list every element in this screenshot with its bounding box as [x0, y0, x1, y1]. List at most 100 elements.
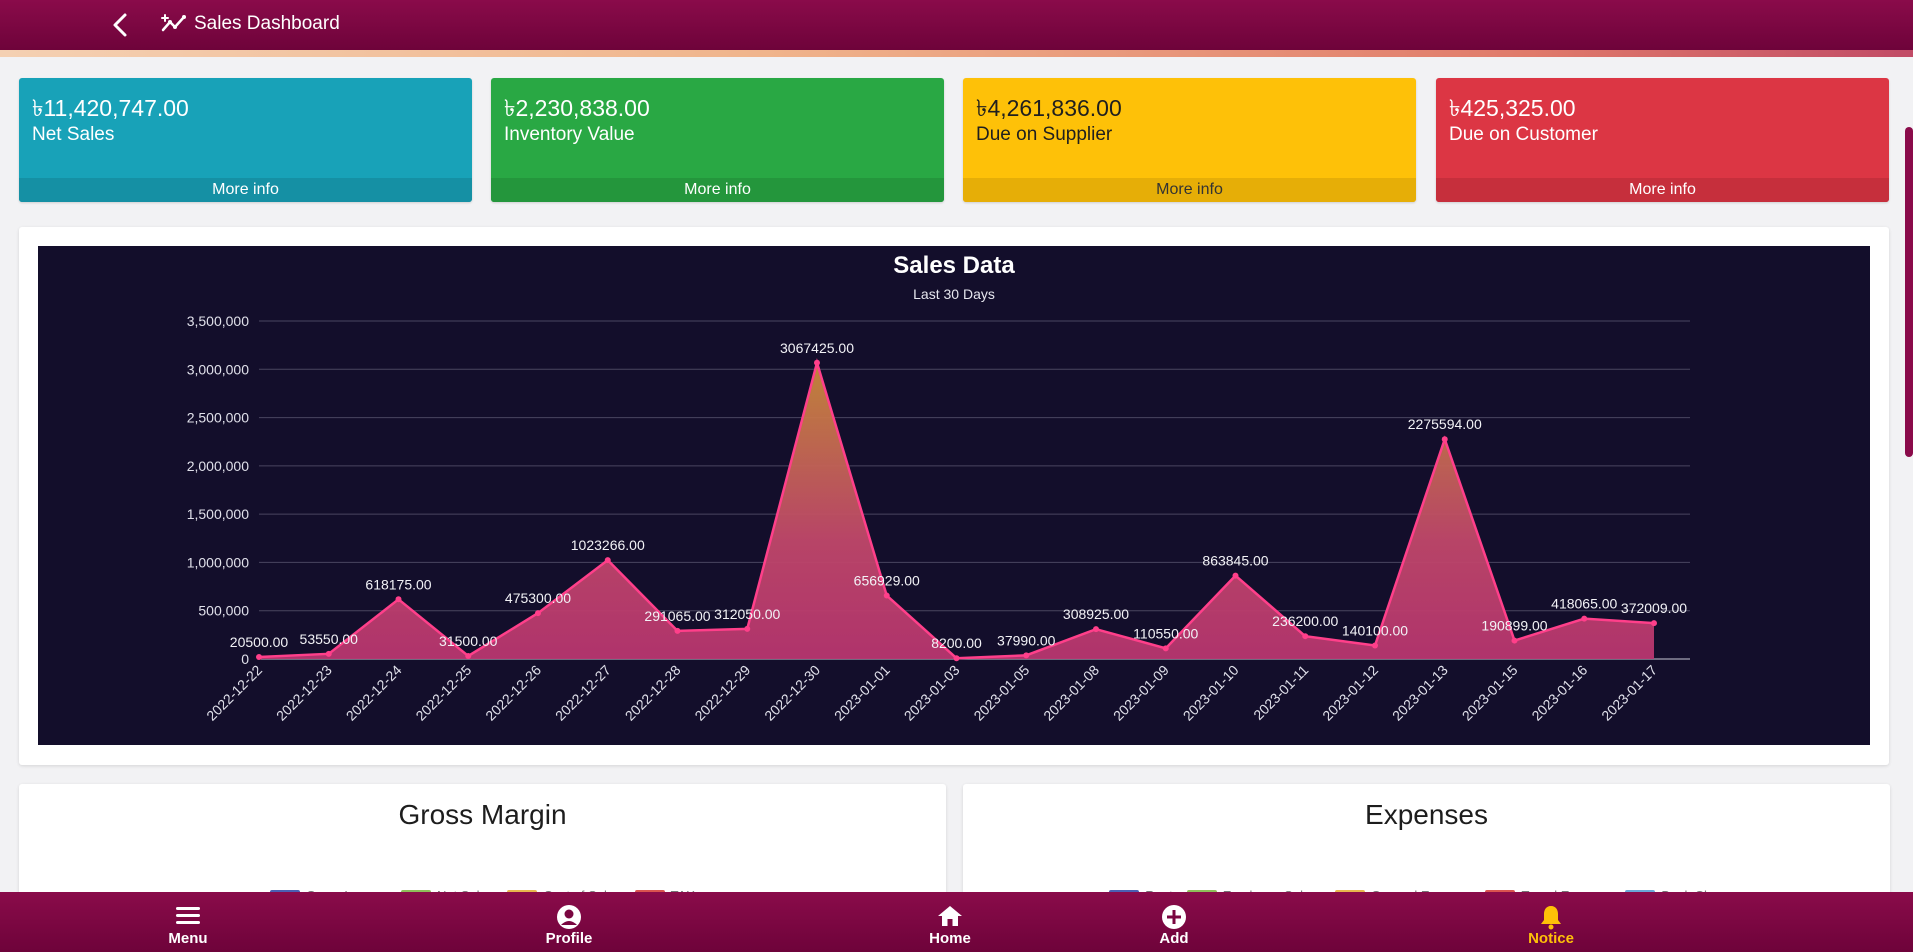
bottom-navigation: Menu Profile Home Add Notice	[0, 892, 1913, 952]
x-tick-label: 2023-01-15	[1459, 662, 1521, 724]
y-tick-label: 0	[241, 651, 249, 667]
data-label: 618175.00	[365, 576, 431, 592]
data-point	[1651, 620, 1657, 627]
nav-home[interactable]: Home	[890, 892, 1010, 952]
chart-title: Sales Data	[893, 252, 1015, 279]
data-point	[883, 592, 890, 599]
more-info-link[interactable]: More info	[491, 178, 944, 202]
card-due-on-customer: ৳425,325.00 Due on Customer More info	[1436, 78, 1889, 202]
data-label: 308925.00	[1063, 606, 1129, 622]
data-point	[1441, 436, 1448, 443]
data-label: 3067425.00	[780, 340, 854, 356]
x-tick-label: 2023-01-17	[1598, 662, 1660, 724]
dashboard-content: ৳11,420,747.00 Net Sales More info ৳2,23…	[0, 57, 1913, 892]
y-tick-label: 1,000,000	[187, 554, 249, 570]
data-label: 291065.00	[644, 608, 710, 624]
x-tick-label: 2022-12-29	[691, 662, 753, 724]
data-label: 312050.00	[714, 606, 780, 622]
data-point	[325, 650, 332, 657]
data-label: 53550.00	[300, 631, 359, 647]
card-label: Due on Supplier	[976, 124, 1113, 145]
x-tick-label: 2022-12-28	[622, 662, 684, 724]
summary-cards: ৳11,420,747.00 Net Sales More info ৳2,23…	[19, 78, 1889, 202]
bell-icon	[1541, 906, 1561, 930]
more-info-link[interactable]: More info	[19, 178, 472, 202]
card-net-sales: ৳11,420,747.00 Net Sales More info	[19, 78, 472, 202]
data-point	[953, 655, 960, 662]
x-tick-label: 2022-12-27	[552, 662, 614, 724]
data-label: 20500.00	[230, 634, 289, 650]
data-point	[1511, 637, 1518, 644]
card-label: Inventory Value	[504, 124, 635, 145]
x-tick-label: 2022-12-23	[273, 662, 335, 724]
y-tick-label: 2,500,000	[187, 410, 249, 426]
scrollbar-thumb[interactable]	[1905, 127, 1913, 457]
nav-profile[interactable]: Profile	[509, 892, 629, 952]
data-point	[1302, 633, 1309, 640]
chevron-left-icon	[113, 13, 127, 37]
x-tick-label: 2022-12-25	[412, 662, 474, 724]
data-point	[1581, 615, 1588, 622]
data-label: 190899.00	[1481, 618, 1547, 634]
data-point	[465, 652, 472, 659]
y-tick-label: 3,500,000	[187, 313, 249, 329]
chart-subtitle: Last 30 Days	[913, 286, 995, 302]
more-info-link[interactable]: More info	[963, 178, 1416, 202]
data-label: 863845.00	[1202, 553, 1268, 569]
data-label: 31500.00	[439, 633, 498, 649]
area-fill	[259, 362, 1654, 659]
nav-menu[interactable]: Menu	[128, 892, 248, 952]
x-tick-label: 2023-01-05	[970, 662, 1032, 724]
nav-label: Home	[929, 930, 971, 947]
sales-area-chart: 0 500,000 1,000,000 1,500,000 2,000,000 2,500…	[187, 313, 1690, 724]
sales-chart-panel: 0 500,000 1,000,000 1,500,000 2,000,000 2,500…	[19, 227, 1889, 765]
page-title: Sales Dashboard	[194, 13, 340, 34]
data-point	[1232, 572, 1239, 579]
x-tick-label: 2023-01-11	[1250, 662, 1311, 723]
y-tick-label: 3,000,000	[187, 361, 249, 377]
data-label: 372009.00	[1621, 600, 1687, 616]
gross-margin-panel: Gross Margin Gross IncomeNet SalesCost o…	[19, 784, 946, 892]
nav-label: Profile	[545, 930, 593, 947]
app-header: Sales Dashboard	[0, 0, 1913, 50]
nav-notice[interactable]: Notice	[1491, 892, 1611, 952]
data-label: 37990.00	[997, 632, 1056, 648]
data-point	[814, 359, 820, 366]
y-tick-label: 2,000,000	[187, 458, 249, 474]
card-label: Net Sales	[32, 124, 115, 145]
data-label: 418065.00	[1551, 596, 1617, 612]
data-label: 2275594.00	[1408, 416, 1482, 432]
more-info-link[interactable]: More info	[1436, 178, 1889, 202]
data-label: 110550.00	[1133, 625, 1198, 641]
chart-sparkle-icon	[161, 14, 186, 32]
x-tick-label: 2023-01-01	[831, 662, 893, 724]
card-due-on-supplier: ৳4,261,836.00 Due on Supplier More info	[963, 78, 1416, 202]
data-point	[395, 596, 402, 603]
data-label: 656929.00	[854, 573, 920, 589]
header-title-group: Sales Dashboard	[160, 12, 340, 36]
back-button[interactable]	[108, 12, 134, 38]
nav-label: Menu	[168, 930, 208, 947]
data-label: 475300.00	[505, 590, 571, 606]
x-tick-label: 2023-01-09	[1110, 662, 1172, 724]
sales-chart: 0 500,000 1,000,000 1,500,000 2,000,000 2,500…	[38, 246, 1870, 745]
nav-add[interactable]: Add	[1114, 892, 1234, 952]
data-point	[744, 625, 751, 632]
header-accent-strip	[0, 50, 1913, 57]
data-point	[1162, 645, 1169, 652]
panel-title: Expenses	[1365, 799, 1488, 830]
data-label: 140100.00	[1342, 622, 1408, 638]
plus-circle-icon	[1162, 905, 1186, 929]
card-label: Due on Customer	[1449, 124, 1598, 145]
x-tick-label: 2022-12-30	[761, 662, 823, 724]
expenses-panel: Expenses RentEmployee SalaryGeneral Expe…	[963, 784, 1890, 892]
x-tick-label: 2022-12-22	[203, 662, 265, 724]
user-circle-icon	[557, 905, 581, 929]
nav-label: Add	[1159, 930, 1189, 947]
data-label: 236200.00	[1272, 613, 1338, 629]
data-point	[1093, 626, 1099, 633]
panel-title: Gross Margin	[398, 799, 567, 830]
data-label: 1023266.00	[571, 537, 645, 553]
data-point	[1023, 652, 1030, 659]
data-label: 8200.00	[931, 635, 982, 651]
